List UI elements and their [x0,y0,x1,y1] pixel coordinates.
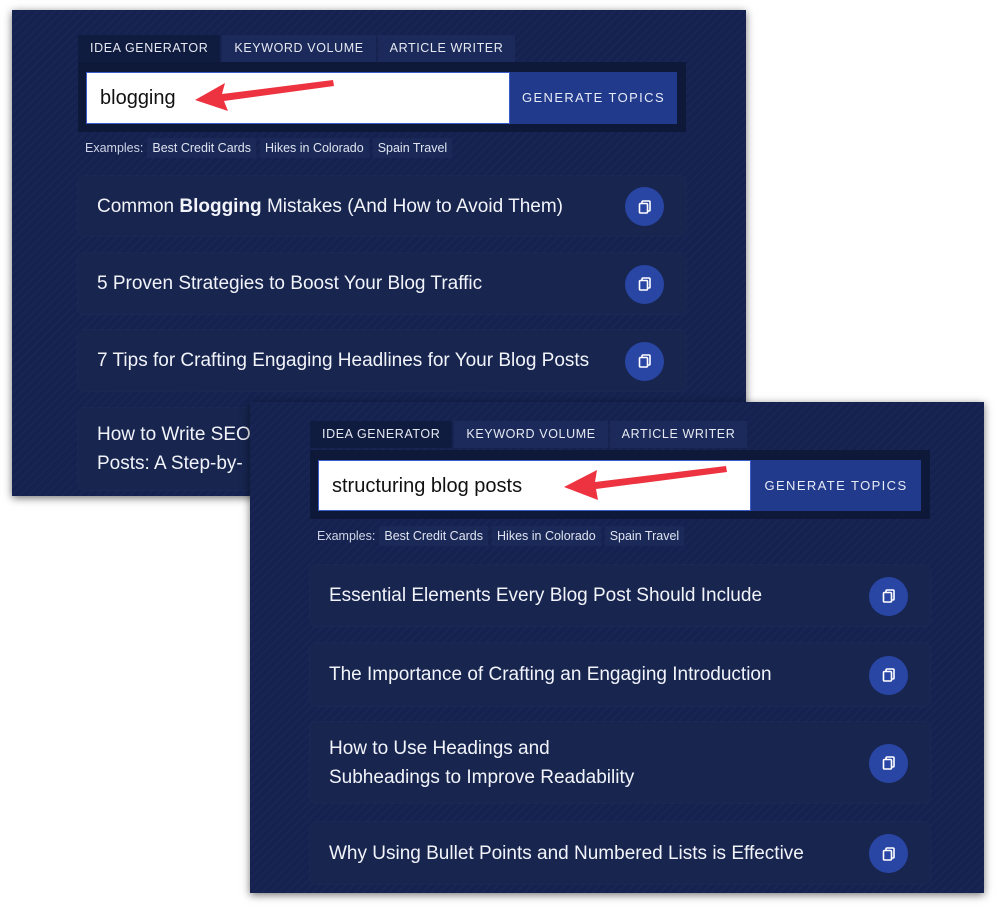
result-title: 7 Tips for Crafting Engaging Headlines f… [97,350,590,371]
copy-button[interactable] [869,834,908,873]
copy-icon [882,846,895,861]
copy-button[interactable] [869,743,908,783]
example-chip[interactable]: Spain Travel [604,526,685,546]
examples-label: Examples: [85,141,144,155]
keyword-highlight: Blogging [179,195,262,217]
tab-article-writer[interactable]: ARTICLE WRITER [377,35,516,62]
copy-icon [882,756,895,770]
topic-input[interactable]: structuring blog posts [318,460,751,511]
copy-icon [638,277,651,291]
result-card: How to Use Headings and Subheadings to Im… [310,722,930,803]
copy-button[interactable] [869,576,908,616]
result-card: Common Blogging Mistakes (And How to Avo… [78,176,686,236]
tab-keyword-volume[interactable]: KEYWORD VOLUME [222,35,376,62]
title-line: How to Write SEO [97,424,251,445]
example-chip[interactable]: Best Credit Cards [379,526,489,546]
result-title: Essential Elements Every Blog Post Shoul… [329,585,763,606]
result-card: The Importance of Crafting an Engaging I… [310,643,930,706]
copy-button[interactable] [625,264,664,304]
screenshot-structuring-blog-posts: IDEA GENERATOR KEYWORD VOLUME ARTICLE WR… [250,402,984,893]
tab-keyword-volume[interactable]: KEYWORD VOLUME [454,421,608,448]
result-card: 7 Tips for Crafting Engaging Headlines f… [78,330,686,391]
copy-button[interactable] [625,187,664,226]
tab-article-writer[interactable]: ARTICLE WRITER [609,421,748,448]
examples-label: Examples: [317,529,376,543]
result-title: Common Blogging Mistakes (And How to Avo… [97,192,563,221]
copy-icon [638,199,651,214]
result-title: 5 Proven Strategies to Boost Your Blog T… [97,273,483,294]
tab-idea-generator[interactable]: IDEA GENERATOR [78,35,221,62]
search-box: structuring blog posts GENERATE TOPICS [310,450,930,519]
example-chip[interactable]: Spain Travel [372,138,453,158]
title-line: How to Use Headings and [329,737,550,759]
copy-icon [882,668,895,682]
search-box: blogging GENERATE TOPICS [78,62,686,132]
generate-topics-button[interactable]: GENERATE TOPICS [751,460,921,511]
result-title: Why Using Bullet Points and Numbered Lis… [329,842,804,864]
result-card: 5 Proven Strategies to Boost Your Blog T… [78,253,686,314]
tab-bar: IDEA GENERATOR KEYWORD VOLUME ARTICLE WR… [78,35,516,62]
result-card: Essential Elements Every Blog Post Shoul… [310,565,930,626]
tab-idea-generator[interactable]: IDEA GENERATOR [310,421,453,448]
result-title: How to Use Headings and Subheadings to Im… [329,734,634,792]
examples: Examples: Best Credit Cards Hikes in Col… [85,138,453,158]
result-title: The Importance of Crafting an Engaging I… [329,664,772,685]
generate-topics-button[interactable]: GENERATE TOPICS [510,72,677,124]
result-title: How to Write SEO Posts: A Step-by- [97,420,251,478]
copy-icon [882,589,895,603]
title-line: Posts: A Step-by- [97,453,243,474]
title-line: Subheadings to Improve Readability [329,766,635,788]
topic-input[interactable]: blogging [86,72,510,124]
copy-button[interactable] [625,341,664,381]
example-chip[interactable]: Best Credit Cards [147,138,257,158]
examples: Examples: Best Credit Cards Hikes in Col… [317,526,685,546]
title-text: Mistakes (And How to Avoid Them) [261,195,563,217]
example-chip[interactable]: Hikes in Colorado [492,526,601,546]
copy-button[interactable] [869,655,908,695]
copy-icon [638,354,651,368]
title-text: Common [97,195,180,217]
result-card: Why Using Bullet Points and Numbered Lis… [310,822,930,884]
example-chip[interactable]: Hikes in Colorado [260,138,369,158]
tab-bar: IDEA GENERATOR KEYWORD VOLUME ARTICLE WR… [310,421,748,448]
